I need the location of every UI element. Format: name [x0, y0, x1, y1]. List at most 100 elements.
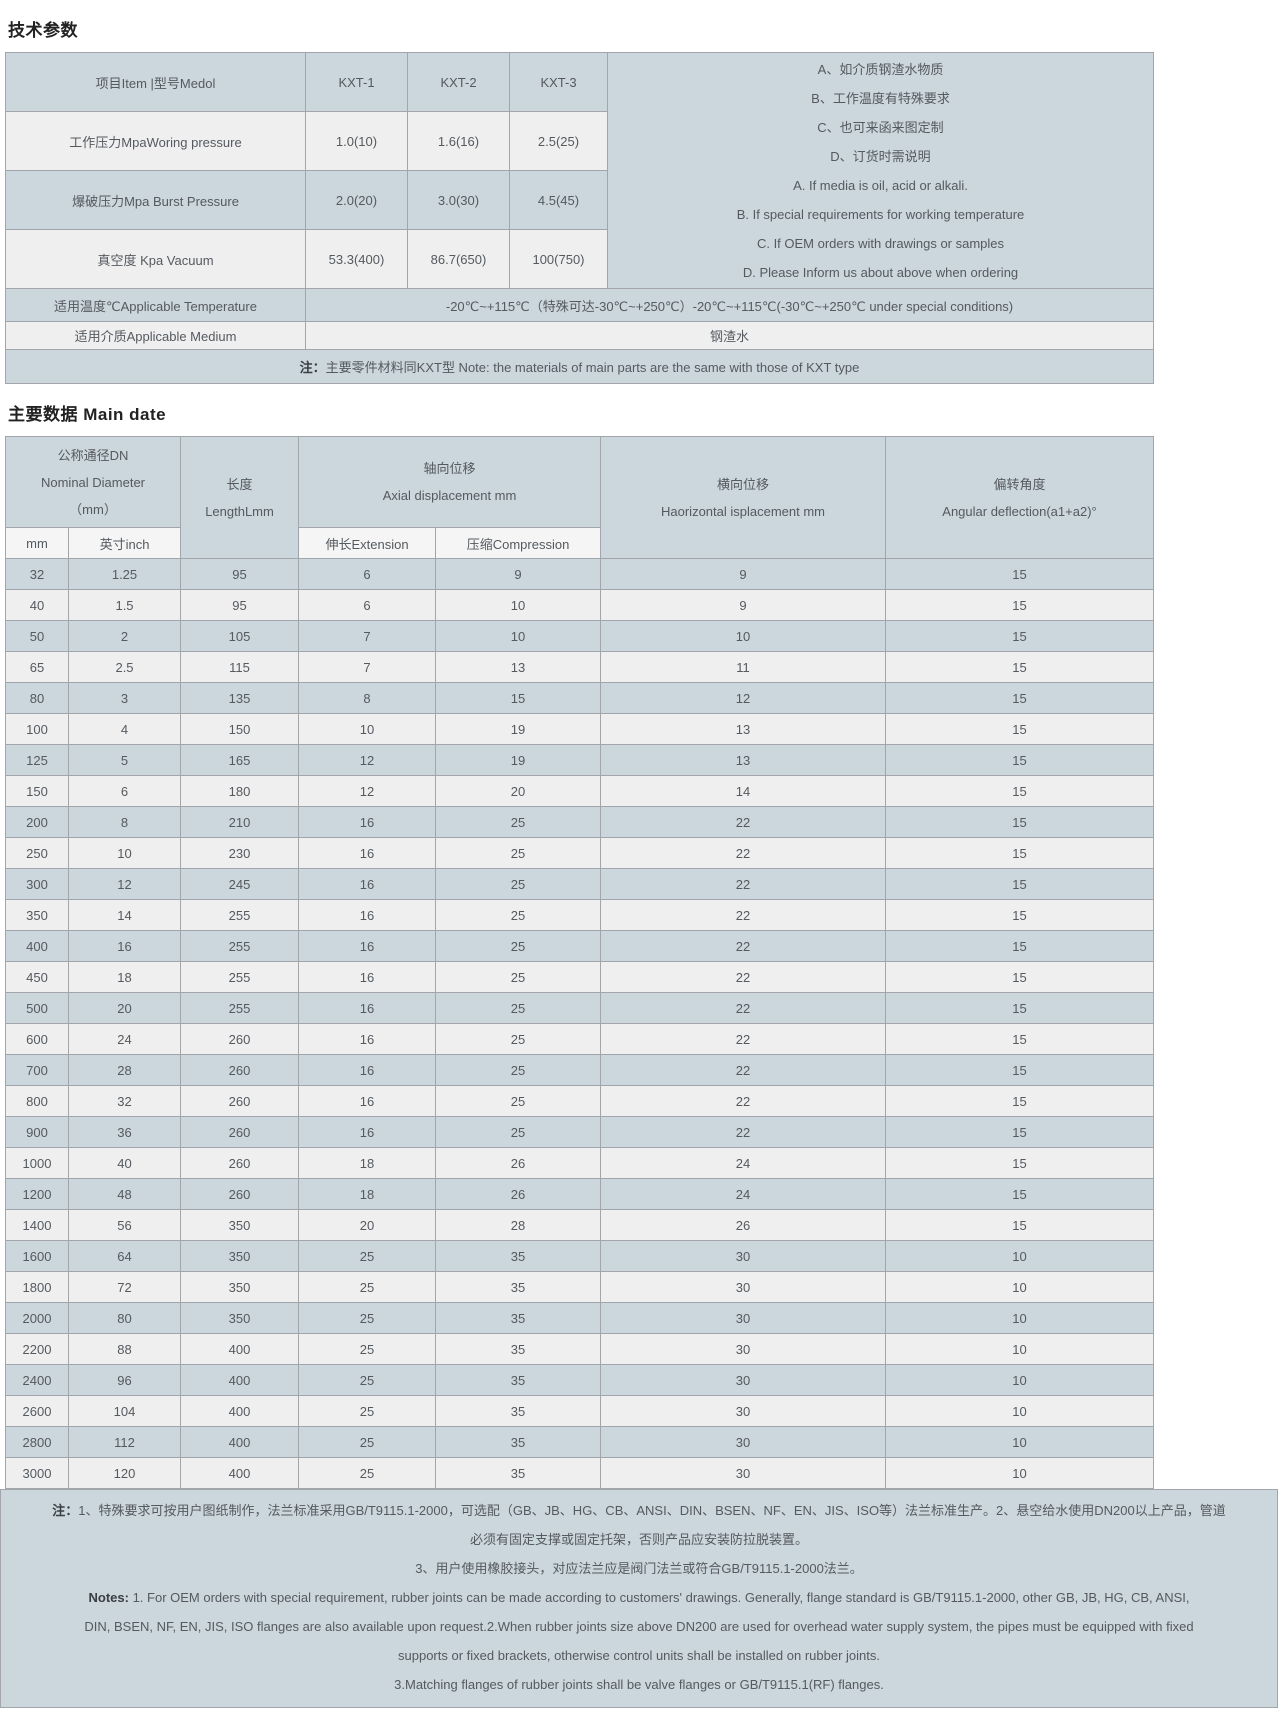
table-cell: 1200: [6, 1179, 69, 1210]
table-cell: 3: [69, 683, 181, 714]
table-cell: 15: [886, 1024, 1154, 1055]
table-cell: 16: [299, 900, 436, 931]
table-row: 280011240025353010: [6, 1427, 1154, 1458]
value-cell: 53.3(400): [306, 230, 408, 289]
bottom-note-line: 注：1、特殊要求可按用户图纸制作，法兰标准采用GB/T9115.1-2000，可…: [1, 1496, 1277, 1525]
side-note-line: A、如介质钢渣水物质: [612, 55, 1149, 84]
side-note-line: D. Please Inform us about above when ord…: [612, 258, 1149, 287]
table-row: 652.51157131115: [6, 652, 1154, 683]
table-cell: 16: [299, 807, 436, 838]
value-cell: 2.0(20): [306, 171, 408, 230]
table-row: 20008035025353010: [6, 1303, 1154, 1334]
table-row: 8003226016252215: [6, 1086, 1154, 1117]
table-cell: 125: [6, 745, 69, 776]
table-cell: 2600: [6, 1396, 69, 1427]
subheader-inch: 英寸inch: [69, 528, 181, 559]
table-cell: 1400: [6, 1210, 69, 1241]
table-cell: 16: [299, 838, 436, 869]
table-row: 16006435025353010: [6, 1241, 1154, 1272]
table-cell: 10: [436, 621, 601, 652]
table-cell: 26: [436, 1148, 601, 1179]
table-row: 125516512191315: [6, 745, 1154, 776]
table-row: 300012040025353010: [6, 1458, 1154, 1489]
tech-params-table: 项目Item |型号Medol KXT-1 KXT-2 KXT-3 A、如介质钢…: [5, 52, 1154, 384]
side-note-line: C. If OEM orders with drawings or sample…: [612, 229, 1149, 258]
table-cell: 2400: [6, 1365, 69, 1396]
table-cell: 25: [436, 838, 601, 869]
table-cell: 15: [886, 993, 1154, 1024]
header-length: 长度 LengthLmm: [181, 437, 299, 559]
table-cell: 96: [69, 1365, 181, 1396]
table-cell: 10: [886, 1458, 1154, 1489]
note-prefix: 注：: [300, 360, 326, 375]
table-cell: 72: [69, 1272, 181, 1303]
value-cell: 1.6(16): [408, 112, 510, 171]
table-cell: 15: [886, 590, 1154, 621]
table-row: 10004026018262415: [6, 1148, 1154, 1179]
table-cell: 15: [886, 745, 1154, 776]
table-cell: 30: [601, 1303, 886, 1334]
table-cell: 19: [436, 745, 601, 776]
model-header-kxt3: KXT-3: [510, 53, 608, 112]
table-cell: 15: [886, 652, 1154, 683]
table-cell: 15: [886, 683, 1154, 714]
main-data-table: 公称通径DN Nominal Diameter （mm） 长度 LengthLm…: [5, 436, 1154, 1489]
table-cell: 20: [299, 1210, 436, 1241]
table-row: 3001224516252215: [6, 869, 1154, 900]
table-cell: 25: [299, 1241, 436, 1272]
table-cell: 15: [886, 776, 1154, 807]
table-cell: 100: [6, 714, 69, 745]
row-label: 爆破压力Mpa Burst Pressure: [6, 171, 306, 230]
table-cell: 12: [299, 776, 436, 807]
table-cell: 80: [6, 683, 69, 714]
table-row: 24009640025353010: [6, 1365, 1154, 1396]
header-line: LengthLmm: [185, 498, 294, 525]
table-cell: 25: [436, 869, 601, 900]
table-cell: 25: [436, 900, 601, 931]
bottom-notes: 注：1、特殊要求可按用户图纸制作，法兰标准采用GB/T9115.1-2000，可…: [0, 1489, 1278, 1708]
table-cell: 15: [886, 962, 1154, 993]
table-cell: 2800: [6, 1427, 69, 1458]
table-cell: 36: [69, 1117, 181, 1148]
tech-row-temperature: 适用温度℃Applicable Temperature -20℃~+115℃（特…: [6, 289, 1154, 322]
table-cell: 400: [181, 1427, 299, 1458]
header-nominal-diameter: 公称通径DN Nominal Diameter （mm）: [6, 437, 181, 528]
table-cell: 10: [299, 714, 436, 745]
section-title-main-data: 主要数据 Main date: [8, 400, 1280, 425]
table-row: 401.595610915: [6, 590, 1154, 621]
table-cell: 30: [601, 1458, 886, 1489]
table-cell: 5: [69, 745, 181, 776]
table-row: 5002025516252215: [6, 993, 1154, 1024]
table-cell: 15: [886, 1055, 1154, 1086]
table-row: 150618012201415: [6, 776, 1154, 807]
table-cell: 2: [69, 621, 181, 652]
table-cell: 24: [69, 1024, 181, 1055]
table-row: 100415010191315: [6, 714, 1154, 745]
table-cell: 12: [69, 869, 181, 900]
table-cell: 300: [6, 869, 69, 900]
table-cell: 25: [299, 1365, 436, 1396]
main-header-row: 公称通径DN Nominal Diameter （mm） 长度 LengthLm…: [6, 437, 1154, 528]
tech-note-row: 注：主要零件材料同KXT型 Note: the materials of mai…: [6, 350, 1154, 384]
table-cell: 35: [436, 1303, 601, 1334]
table-cell: 112: [69, 1427, 181, 1458]
header-line: Angular deflection(a1+a2)°: [890, 498, 1149, 525]
table-row: 6002426016252215: [6, 1024, 1154, 1055]
table-cell: 135: [181, 683, 299, 714]
table-cell: 15: [886, 869, 1154, 900]
table-cell: 10: [886, 1241, 1154, 1272]
table-cell: 165: [181, 745, 299, 776]
table-cell: 9: [436, 559, 601, 590]
table-cell: 450: [6, 962, 69, 993]
table-cell: 350: [181, 1241, 299, 1272]
table-cell: 18: [299, 1148, 436, 1179]
table-cell: 105: [181, 621, 299, 652]
table-cell: 250: [6, 838, 69, 869]
table-cell: 88: [69, 1334, 181, 1365]
table-cell: 2.5: [69, 652, 181, 683]
table-cell: 25: [299, 1396, 436, 1427]
table-cell: 180: [181, 776, 299, 807]
table-cell: 15: [886, 1148, 1154, 1179]
table-cell: 245: [181, 869, 299, 900]
table-cell: 25: [436, 1117, 601, 1148]
